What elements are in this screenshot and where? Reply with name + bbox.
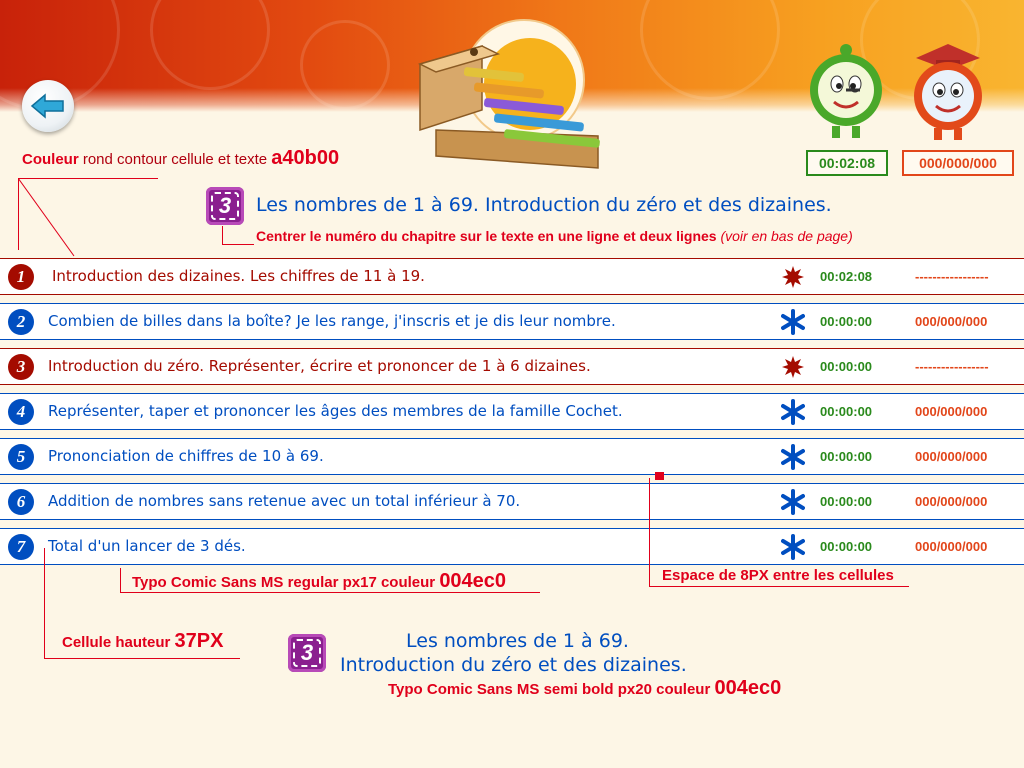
annotation-line bbox=[649, 586, 909, 587]
lesson-title: Introduction des dizaines. Les chiffres … bbox=[52, 267, 425, 285]
annotation-text: Cellule hauteur bbox=[62, 634, 175, 651]
lesson-title: Addition de nombres sans retenue avec un… bbox=[48, 492, 521, 510]
lesson-row[interactable]: 7 Total d'un lancer de 3 dés. 00:00:00 000/… bbox=[0, 528, 1024, 565]
blue-asterisk-icon bbox=[780, 533, 806, 561]
annotation-font-regular: Typo Comic Sans MS regular px17 couleur … bbox=[132, 570, 506, 593]
lesson-title: Introduction du zéro. Représenter, écrir… bbox=[48, 357, 591, 375]
lesson-number-badge: 7 bbox=[8, 534, 34, 560]
lesson-score: 000/000/000 bbox=[915, 314, 988, 329]
lesson-time: 00:00:00 bbox=[820, 494, 873, 509]
annotation-text: (voir en bas de page) bbox=[720, 228, 853, 244]
lesson-row[interactable]: 3 Introduction du zéro. Représenter, écri… bbox=[0, 348, 1024, 385]
lesson-score: 000/000/000 bbox=[915, 449, 988, 464]
annotation-line bbox=[44, 548, 45, 658]
back-button[interactable] bbox=[22, 80, 74, 132]
lesson-row[interactable]: 4 Représenter, taper et prononcer les âge… bbox=[0, 393, 1024, 430]
annotation-center: Centrer le numéro du chapitre sur le tex… bbox=[256, 228, 853, 244]
lesson-time: 00:00:00 bbox=[820, 449, 873, 464]
lesson-title: Total d'un lancer de 3 dés. bbox=[48, 537, 246, 555]
annotation-code: 004ec0 bbox=[439, 570, 507, 592]
lesson-row[interactable]: 1 Introduction des dizaines. Les chiffres… bbox=[0, 258, 1024, 295]
scholar-character bbox=[906, 42, 990, 146]
annotation-code: 004ec0 bbox=[714, 677, 782, 699]
lesson-number-badge: 3 bbox=[8, 354, 34, 380]
lesson-score: 000/000/000 bbox=[915, 539, 988, 554]
annotation-line bbox=[120, 568, 121, 592]
lesson-row[interactable]: 6 Addition de nombres sans retenue avec u… bbox=[0, 483, 1024, 520]
blue-asterisk-icon bbox=[780, 398, 806, 426]
annotation-line bbox=[44, 658, 240, 659]
annotation-font-semibold: Typo Comic Sans MS semi bold px20 couleu… bbox=[388, 677, 781, 700]
blue-asterisk-icon bbox=[780, 308, 806, 336]
lesson-score: 000/000/000 bbox=[915, 494, 988, 509]
annotation-cell-height: Cellule hauteur 37PX bbox=[62, 630, 223, 653]
annotation-code: 37PX bbox=[174, 630, 224, 652]
spacing-marker bbox=[655, 472, 664, 480]
annotation-text: Couleur bbox=[22, 151, 79, 168]
annotation-text: le numéro du chapitre sur le texte en un… bbox=[305, 228, 721, 244]
lesson-number-badge: 6 bbox=[8, 489, 34, 515]
annotation-cell-color: Couleur rond contour cellule et texte a4… bbox=[22, 147, 339, 170]
chapter-number: 3 bbox=[211, 192, 239, 220]
lesson-score: 000/000/000 bbox=[915, 404, 988, 419]
annotation-text: Centrer bbox=[256, 228, 306, 244]
lesson-title: Représenter, taper et prononcer les âges… bbox=[48, 402, 623, 420]
lesson-time: 00:00:00 bbox=[820, 539, 873, 554]
blue-asterisk-icon bbox=[780, 488, 806, 516]
annotation-code: a40b00 bbox=[271, 147, 340, 169]
annotation-pointer bbox=[18, 178, 75, 257]
blue-asterisk-icon bbox=[780, 443, 806, 471]
lesson-score: ----------------- bbox=[915, 269, 989, 284]
lesson-row[interactable]: 5 Prononciation de chiffres de 10 à 69. 00… bbox=[0, 438, 1024, 475]
annotation-spacing: Espace de 8PX entre les cellules bbox=[662, 567, 894, 584]
lesson-title: Combien de billes dans la boîte? Je les … bbox=[48, 312, 616, 330]
lesson-number-badge: 1 bbox=[8, 264, 34, 290]
red-splat-icon bbox=[780, 353, 806, 381]
chapter-title-line2: Introduction du zéro et des dizaines. bbox=[340, 654, 687, 676]
lesson-time: 00:00:00 bbox=[820, 359, 873, 374]
lesson-number-badge: 5 bbox=[8, 444, 34, 470]
lesson-title: Prononciation de chiffres de 10 à 69. bbox=[48, 447, 324, 465]
chapter-number: 3 bbox=[293, 639, 321, 667]
lesson-score: ----------------- bbox=[915, 359, 989, 374]
lesson-time: 00:00:00 bbox=[820, 314, 873, 329]
annotation-line bbox=[222, 244, 254, 245]
lesson-row[interactable]: 2 Combien de billes dans la boîte? Je les… bbox=[0, 303, 1024, 340]
arrow-left-icon bbox=[30, 93, 64, 119]
lesson-number-badge: 4 bbox=[8, 399, 34, 425]
chapter-title: Les nombres de 1 à 69. Introduction du z… bbox=[256, 194, 832, 216]
chapter-title-line1: Les nombres de 1 à 69. bbox=[406, 630, 629, 652]
lesson-number-badge: 2 bbox=[8, 309, 34, 335]
clock-character bbox=[806, 42, 886, 146]
annotation-text: Typo Comic Sans MS semi bold px20 couleu… bbox=[388, 681, 715, 698]
chapter-number-badge-example: 3 bbox=[288, 634, 326, 672]
chapter-number-badge: 3 bbox=[206, 187, 244, 225]
timer-display: 00:02:08 bbox=[806, 150, 888, 176]
annotation-text: rond contour cellule et texte bbox=[78, 151, 272, 168]
annotation-line bbox=[649, 478, 650, 586]
lesson-time: 00:02:08 bbox=[820, 269, 873, 284]
score-display: 000/000/000 bbox=[902, 150, 1014, 176]
annotation-line bbox=[222, 226, 223, 244]
red-splat-icon bbox=[780, 263, 806, 291]
annotation-text: Typo Comic Sans MS regular px17 couleur bbox=[132, 574, 440, 591]
xylophone-logo bbox=[412, 18, 602, 178]
lesson-time: 00:00:00 bbox=[820, 404, 873, 419]
